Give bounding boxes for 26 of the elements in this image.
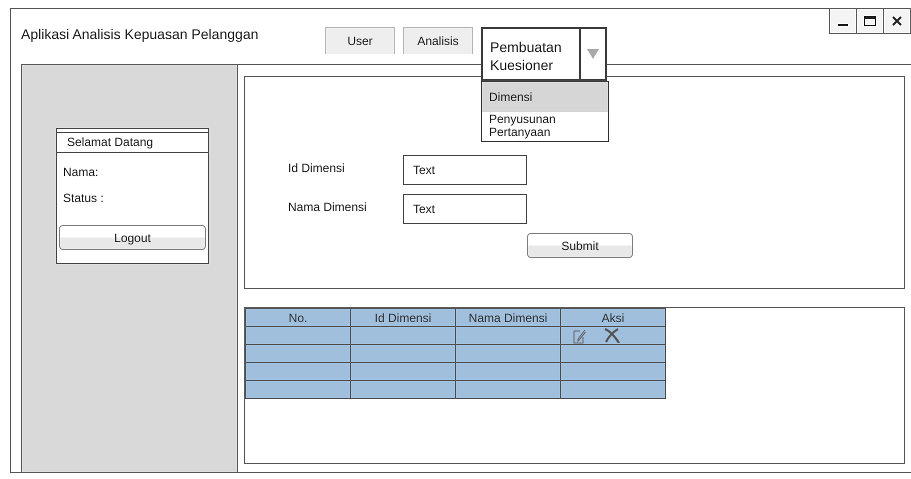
edit-icon[interactable] bbox=[573, 328, 586, 344]
welcome-title: Selamat Datang bbox=[57, 132, 208, 153]
info-label: Nama: bbox=[62, 165, 100, 179]
input-field[interactable]: Text bbox=[403, 155, 527, 185]
maximize-icon bbox=[864, 16, 876, 26]
window-title: Aplikasi Analisis Kepuasan Pelanggan bbox=[21, 26, 258, 42]
info-label: Status : bbox=[62, 191, 105, 205]
delete-icon[interactable] bbox=[604, 328, 620, 343]
close-icon bbox=[892, 16, 902, 26]
logout-button[interactable]: Logout bbox=[59, 225, 206, 250]
tab[interactable]: User bbox=[325, 27, 395, 54]
field-label: Nama Dimensi bbox=[288, 200, 368, 214]
tab[interactable]: Analisis bbox=[403, 27, 473, 54]
menu-item[interactable]: Dimensi bbox=[482, 82, 608, 112]
close-button[interactable] bbox=[883, 8, 911, 34]
column-header: Aksi bbox=[560, 308, 666, 326]
field-label: Id Dimensi bbox=[288, 161, 346, 175]
column-header: Nama Dimensi bbox=[456, 308, 560, 326]
minimize-button[interactable] bbox=[829, 8, 857, 34]
column-header: No. bbox=[246, 308, 350, 326]
minimize-icon bbox=[838, 24, 848, 26]
maximize-button[interactable] bbox=[856, 8, 884, 34]
column-header: Id Dimensi bbox=[350, 308, 456, 326]
input-field[interactable]: Text bbox=[403, 194, 527, 224]
submit-button[interactable]: Submit bbox=[527, 233, 633, 258]
dropdown-arrow-icon bbox=[587, 49, 599, 59]
